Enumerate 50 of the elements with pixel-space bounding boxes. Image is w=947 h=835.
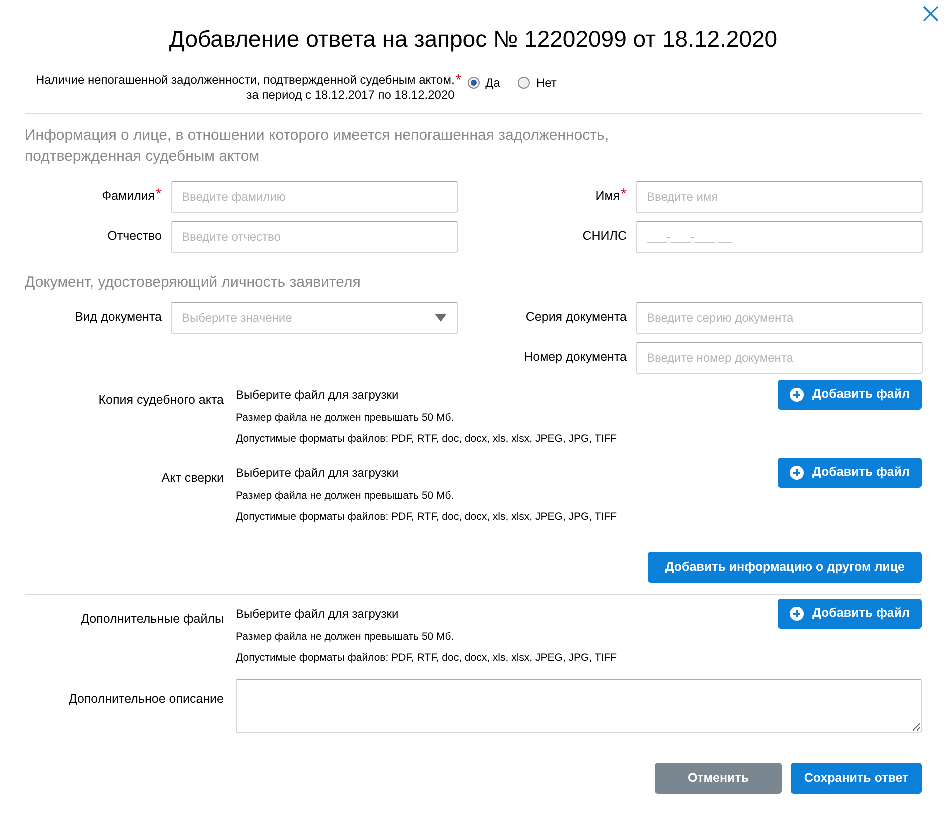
file-label: Акт сверки — [162, 470, 224, 484]
required-asterisk: * — [156, 187, 162, 202]
file-size-note: Размер файла не должен превышать 50 Мб. — [236, 412, 456, 424]
description-label: Дополнительное описание — [68, 692, 224, 706]
description-field[interactable] — [236, 678, 922, 732]
plus-circle-icon — [790, 606, 804, 620]
file-formats-note: Допустимые форматы файлов: PDF, RTF, doc, docx, xls, xlsx, JPEG, JPG, TIFF — [236, 432, 618, 446]
file-size-note: Размер файла не должен превышать 50 Мб. — [236, 490, 456, 502]
save-button[interactable]: Сохранить ответ — [791, 762, 922, 794]
plus-circle-icon — [790, 466, 804, 480]
field-label: Имя — [596, 188, 620, 206]
section-heading: Документ, удостоверяющий личность заявителя — [25, 272, 362, 292]
dialog-title: Добавление ответа на запрос № 12202099 от 18.12.2020 — [169, 25, 778, 54]
file-prompt: Выберите файл для загрузки — [236, 388, 400, 402]
field-label: СНИЛС — [582, 228, 627, 246]
add-file-button[interactable]: Добавить файл — [778, 598, 922, 628]
file-label: Копия судебного акта — [98, 392, 224, 406]
file-prompt: Выберите файл для загрузки — [236, 466, 400, 480]
text-input-field[interactable]: Введите отчество — [171, 220, 458, 252]
close-icon[interactable] — [923, 6, 939, 22]
required-asterisk: * — [456, 72, 462, 88]
text-input-field[interactable]: Введите номер документа — [636, 342, 923, 374]
field-label: Номер документа — [524, 349, 627, 366]
file-formats-note: Допустимые форматы файлов: PDF, RTF, doc, docx, xls, xlsx, JPEG, JPG, TIFF — [236, 652, 618, 664]
radio-option[interactable]: Нет — [518, 74, 557, 92]
field-label: Фамилия — [102, 188, 156, 206]
file-formats-note: Допустимые форматы файлов: PDF, RTF, doc, docx, xls, xlsx, JPEG, JPG, TIFF — [236, 510, 618, 524]
text-input-field[interactable]: Введите фамилию — [171, 180, 458, 212]
radio-button[interactable] — [518, 76, 530, 88]
field-label: Отчество — [108, 228, 162, 246]
plus-circle-icon — [790, 388, 804, 402]
question-label: Наличие непогашенной задолженности, подтвержденной судебным актом, — [36, 72, 455, 88]
radio-button[interactable] — [468, 76, 480, 88]
radio-option[interactable]: Да — [468, 74, 500, 92]
field-label: Вид документа — [74, 309, 162, 326]
required-asterisk: * — [621, 187, 627, 202]
question-period: за период с 18.12.2017 по 18.12.2020 — [246, 88, 455, 102]
file-label: Дополнительные файлы — [81, 612, 224, 626]
file-size-note: Размер файла не должен превышать 50 Мб. — [236, 630, 456, 644]
add-file-button[interactable]: Добавить файл — [778, 380, 922, 410]
text-input-field[interactable]: Введите имя — [636, 180, 923, 212]
add-person-button[interactable]: Добавить информацию о другом лице — [648, 552, 922, 582]
section-heading: Информация о лице, в отношении которого имеется непогашенная задолженность, подтвержденная судебным актом — [25, 126, 610, 166]
cancel-button[interactable]: Отменить — [655, 762, 782, 794]
add-file-button[interactable]: Добавить файл — [778, 458, 922, 488]
text-input-field[interactable]: ___-___-___ __ — [636, 220, 923, 252]
text-input-field[interactable]: Введите серию документа — [636, 302, 923, 334]
dropdown-triangle-icon — [435, 314, 447, 322]
field-label: Серия документа — [526, 309, 627, 326]
file-prompt: Выберите файл для загрузки — [236, 606, 400, 622]
